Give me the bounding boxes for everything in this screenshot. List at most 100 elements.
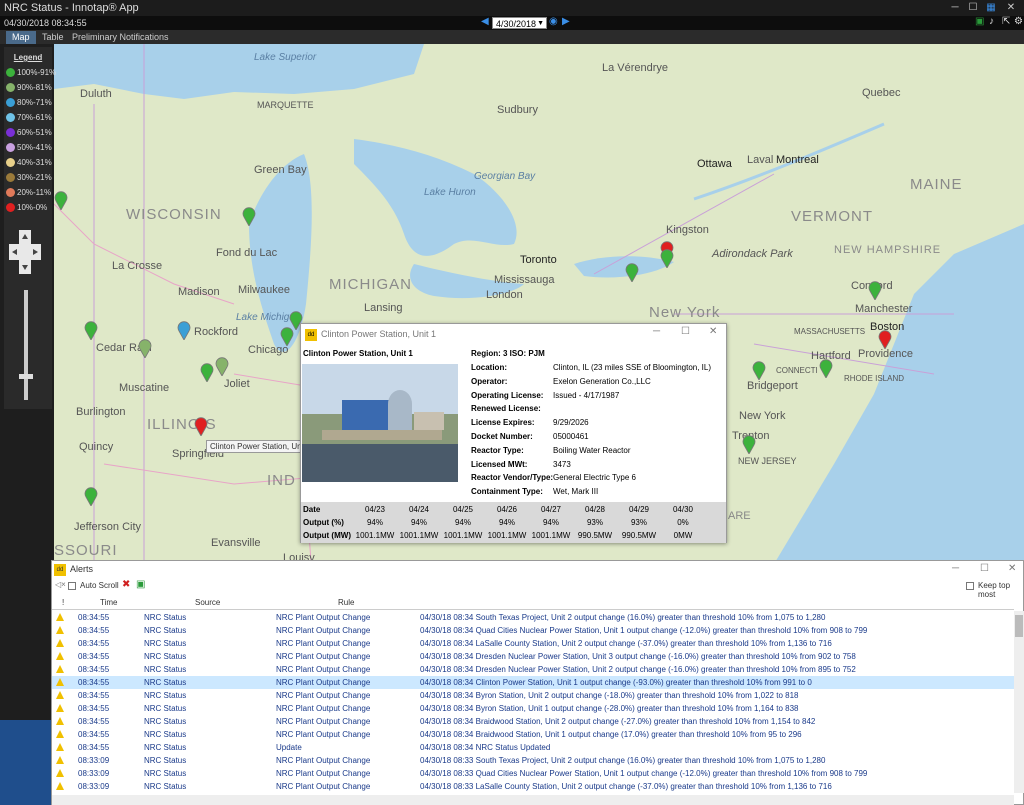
clinton-plant-pin[interactable]	[194, 416, 208, 436]
legend-label: 40%-31%	[17, 158, 52, 167]
maximize-icon[interactable]: ☐	[980, 563, 989, 574]
legend-label: 80%-71%	[17, 98, 52, 107]
prev-date-icon[interactable]: ◀	[481, 16, 489, 27]
close-icon[interactable]: ✕	[1004, 1, 1018, 14]
excel-export-icon[interactable]: ▣	[136, 579, 145, 590]
alert-row[interactable]: 08:33:09 NRC Status NRC Plant Output Chang…	[52, 754, 1014, 767]
alert-rule: NRC Plant Output Change	[276, 639, 371, 648]
alerts-title: Alerts	[70, 564, 94, 574]
alert-row[interactable]: 08:34:55 NRC Status NRC Plant Output Chang…	[52, 650, 1014, 663]
plant-detail-window: dd Clinton Power Station, Unit 1 ─ ☐ ✕ Cl…	[300, 323, 727, 543]
auto-scroll-checkbox[interactable]	[68, 582, 76, 590]
plant-pin[interactable]	[138, 338, 152, 358]
alert-message: 04/30/18 08:33 LaSalle County Station, U…	[420, 782, 832, 791]
horizontal-scrollbar[interactable]	[52, 795, 1014, 805]
alert-row[interactable]: 08:33:09 NRC Status NRC Plant Output Chang…	[52, 767, 1014, 780]
label-marquette: MARQUETTE	[257, 100, 314, 110]
minimize-icon[interactable]: ─	[948, 1, 962, 14]
mw-cell: 990.5MW	[577, 531, 613, 540]
plant-pin[interactable]	[177, 320, 191, 340]
tab-preliminary-notifications[interactable]: Preliminary Notifications	[66, 31, 175, 44]
settings-icon[interactable]: ⚙	[1014, 16, 1023, 27]
col-time[interactable]: Time	[100, 598, 117, 607]
alert-row-selected[interactable]: 08:34:55 NRC Status NRC Plant Output Chang…	[52, 676, 1014, 689]
mute-icon[interactable]: ◁×	[55, 580, 66, 589]
col-rule[interactable]: Rule	[338, 598, 354, 607]
alert-row[interactable]: 08:34:55 NRC Status NRC Plant Output Chang…	[52, 624, 1014, 637]
date-cell: 04/30	[672, 505, 694, 514]
scrollbar-thumb[interactable]	[1015, 615, 1023, 637]
plant-pin[interactable]	[200, 362, 214, 382]
tab-table[interactable]: Table	[36, 31, 70, 44]
label-ottawa: Ottawa	[697, 158, 732, 170]
alert-time: 08:34:55	[78, 717, 110, 726]
export-icon[interactable]: ⇱	[1002, 16, 1010, 27]
date-cell: 04/24	[408, 505, 430, 514]
alert-source: NRC Status	[144, 691, 187, 700]
close-icon[interactable]: ✕	[1008, 563, 1016, 574]
excel-icon[interactable]: ▣	[975, 16, 984, 27]
alert-rule: NRC Plant Output Change	[276, 756, 371, 765]
alert-time: 08:34:55	[78, 613, 110, 622]
field-key: Licensed MWt:	[471, 460, 528, 469]
label-joliet: Joliet	[224, 378, 250, 390]
label-muscatine: Muscatine	[119, 382, 170, 394]
warning-icon	[56, 743, 64, 751]
field-value: Exelon Generation Co.,LLC	[553, 377, 651, 386]
alert-row[interactable]: 08:34:55 NRC Status NRC Plant Output Chang…	[52, 689, 1014, 702]
plant-pin[interactable]	[215, 356, 229, 376]
zoom-slider[interactable]	[24, 290, 28, 400]
maximize-icon[interactable]: ☐	[966, 1, 980, 14]
field-value: General Electric Type 6	[553, 473, 637, 482]
alert-row[interactable]: 08:33:09 NRC Status NRC Plant Output Chang…	[52, 780, 1014, 793]
plant-pin[interactable]	[819, 358, 833, 378]
zoom-slider-handle[interactable]	[19, 374, 33, 379]
plant-pin[interactable]	[752, 360, 766, 380]
clear-icon[interactable]: ✖	[122, 579, 130, 590]
vertical-scrollbar[interactable]	[1014, 611, 1024, 793]
plant-pin[interactable]	[868, 280, 882, 300]
field-key: Containment Type:	[471, 487, 543, 496]
plant-pin[interactable]	[84, 320, 98, 340]
pan-control[interactable]	[9, 230, 41, 274]
plant-pin[interactable]	[84, 486, 98, 506]
grid-icon[interactable]: ▦	[984, 1, 998, 14]
legend-dot	[6, 203, 15, 213]
label-georgian-bay: Georgian Bay	[474, 171, 536, 182]
plant-pin[interactable]	[242, 206, 256, 226]
legend-label: 10%-0%	[17, 203, 48, 212]
plant-pin[interactable]	[625, 262, 639, 282]
maximize-icon[interactable]: ☐	[681, 326, 690, 337]
alert-row[interactable]: 08:34:55 NRC Status NRC Plant Output Chang…	[52, 611, 1014, 624]
date-select[interactable]: 4/30/2018 ▼	[492, 17, 547, 29]
minimize-icon[interactable]: ─	[952, 563, 959, 574]
field-value: 3473	[553, 460, 571, 469]
alert-source: NRC Status	[144, 639, 187, 648]
alert-row[interactable]: 08:34:55 NRC Status NRC Plant Output Chang…	[52, 702, 1014, 715]
plant-pin[interactable]	[660, 248, 674, 268]
alert-row[interactable]: 08:34:55 NRC Status NRC Plant Output Chang…	[52, 663, 1014, 676]
mw-cell: 990.5MW	[621, 531, 657, 540]
minimize-icon[interactable]: ─	[653, 326, 660, 337]
next-date-icon[interactable]: ▶	[562, 16, 570, 27]
col-source[interactable]: Source	[195, 598, 220, 607]
alert-row[interactable]: 08:34:55 NRC Status Update 04/30/18 08:34 N…	[52, 741, 1014, 754]
alert-row[interactable]: 08:34:55 NRC Status NRC Plant Output Chang…	[52, 715, 1014, 728]
alert-row[interactable]: 08:34:55 NRC Status NRC Plant Output Chang…	[52, 728, 1014, 741]
col-excl[interactable]: !	[62, 598, 64, 607]
alert-rule: NRC Plant Output Change	[276, 613, 371, 622]
eye-icon[interactable]: ◉	[549, 16, 558, 27]
keep-top-most-checkbox[interactable]	[966, 582, 974, 590]
plant-pin[interactable]	[742, 434, 756, 454]
alert-row[interactable]: 08:34:55 NRC Status NRC Plant Output Chang…	[52, 637, 1014, 650]
plant-pin[interactable]	[54, 190, 68, 210]
label-new-york: New York	[649, 304, 721, 321]
close-icon[interactable]: ✕	[709, 326, 717, 337]
warning-icon	[56, 665, 64, 673]
plant-pin[interactable]	[878, 329, 892, 349]
tab-map[interactable]: Map	[6, 31, 36, 44]
speaker-icon[interactable]: ♪	[989, 16, 994, 27]
label-adirondack: Adirondack Park	[712, 248, 793, 260]
legend-label: 30%-21%	[17, 173, 52, 182]
row-label-output-mw: Output (MW)	[303, 531, 351, 540]
